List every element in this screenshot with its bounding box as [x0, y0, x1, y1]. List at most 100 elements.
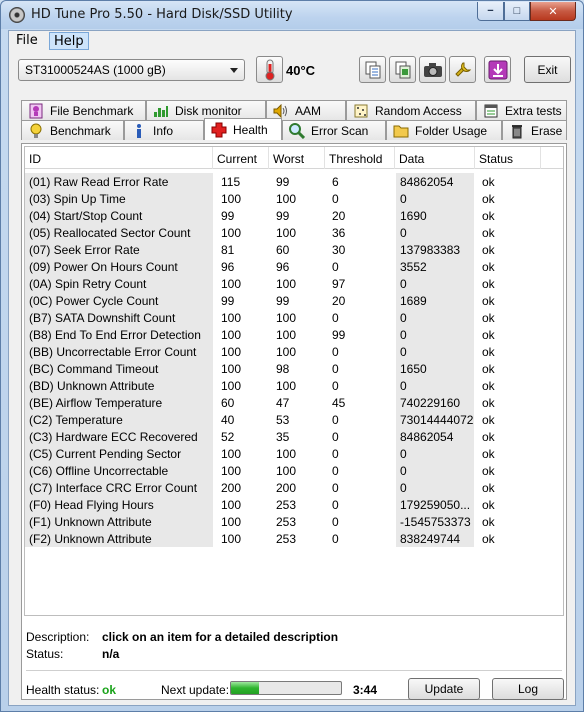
cell-threshold: 20 — [332, 209, 346, 223]
title-bar[interactable]: HD Tune Pro 5.50 - Hard Disk/SSD Utility… — [1, 1, 583, 29]
table-row[interactable]: (C3) Hardware ECC Recovered 52 35 0 84862054… — [25, 428, 563, 445]
cell-id: (B7) SATA Downshift Count — [25, 309, 213, 326]
tab-extra-tests[interactable]: Extra tests — [476, 100, 567, 120]
table-row[interactable]: (B8) End To End Error Detection 100 100 99 0… — [25, 326, 563, 343]
table-row[interactable]: (F1) Unknown Attribute 100 253 0 -1545753373… — [25, 513, 563, 530]
table-row[interactable]: (05) Reallocated Sector Count 100 100 36 0 ok — [25, 224, 563, 241]
table-row[interactable]: (09) Power On Hours Count 96 96 0 3552 ok — [25, 258, 563, 275]
cell-worst: 253 — [276, 532, 297, 546]
table-row[interactable]: (04) Start/Stop Count 99 99 20 1690 ok — [25, 207, 563, 224]
table-row[interactable]: (03) Spin Up Time 100 100 0 0 ok — [25, 190, 563, 207]
cell-id: (F2) Unknown Attribute — [25, 530, 213, 547]
table-row[interactable]: (BD) Unknown Attribute 100 100 0 0 ok — [25, 377, 563, 394]
tab-aam[interactable]: AAM — [266, 100, 346, 120]
cell-status: ok — [482, 515, 495, 529]
screenshot-button[interactable] — [419, 56, 446, 83]
column-header-current[interactable]: Current — [213, 147, 269, 169]
cell-worst: 100 — [276, 464, 297, 478]
table-row[interactable]: (C6) Offline Uncorrectable 100 100 0 0 ok — [25, 462, 563, 479]
cell-status: ok — [482, 396, 495, 410]
table-row[interactable]: (F0) Head Flying Hours 100 253 0 179259050..… — [25, 496, 563, 513]
table-row[interactable]: (0C) Power Cycle Count 99 99 20 1689 ok — [25, 292, 563, 309]
cell-current: 96 — [221, 260, 235, 274]
cell-data: 0 — [396, 309, 474, 326]
cell-id: (F1) Unknown Attribute — [25, 513, 213, 530]
health-status-value: ok — [102, 683, 117, 697]
column-header-data[interactable]: Data — [395, 147, 475, 169]
tab-error-scan[interactable]: Error Scan — [282, 120, 386, 140]
cell-status: ok — [482, 345, 495, 359]
cell-id: (C6) Offline Uncorrectable — [25, 462, 213, 479]
cell-id: (C2) Temperature — [25, 411, 213, 428]
column-header-worst[interactable]: Worst — [269, 147, 325, 169]
cell-current: 200 — [221, 481, 242, 495]
table-row[interactable]: (BC) Command Timeout 100 98 0 1650 ok — [25, 360, 563, 377]
column-header-id[interactable]: ID — [25, 147, 213, 169]
hdtune-app-icon — [9, 7, 25, 23]
column-header-status[interactable]: Status — [475, 147, 541, 169]
update-button[interactable]: Update — [408, 678, 480, 700]
copy-text-button[interactable] — [359, 56, 386, 83]
smart-table[interactable]: ID Current Worst Threshold Data Status (… — [24, 146, 564, 616]
exit-button[interactable]: Exit — [524, 56, 571, 83]
menu-bar: File Help — [9, 31, 575, 51]
close-button[interactable]: ✕ — [530, 2, 576, 21]
table-row[interactable]: (07) Seek Error Rate 81 60 30 137983383 ok — [25, 241, 563, 258]
drive-select[interactable]: ST31000524AS (1000 gB) — [18, 59, 245, 81]
tab-erase[interactable]: Erase — [502, 120, 567, 140]
cell-status: ok — [482, 209, 495, 223]
maximize-button[interactable]: □ — [504, 2, 530, 21]
column-header-threshold[interactable]: Threshold — [325, 147, 395, 169]
table-row[interactable]: (B7) SATA Downshift Count 100 100 0 0 ok — [25, 309, 563, 326]
table-row[interactable]: (0A) Spin Retry Count 100 100 97 0 ok — [25, 275, 563, 292]
cell-status: ok — [482, 243, 495, 257]
tab-folder-usage[interactable]: Folder Usage — [386, 120, 502, 140]
minimize-button[interactable]: − — [477, 2, 504, 21]
table-body: (01) Raw Read Error Rate 115 99 6 84862054 ok… — [25, 173, 563, 547]
cell-current: 100 — [221, 515, 242, 529]
tab-benchmark[interactable]: Benchmark — [21, 120, 124, 140]
tab-label: Info — [153, 123, 174, 138]
table-row[interactable]: (C7) Interface CRC Error Count 200 200 0 0 ok — [25, 479, 563, 496]
random-access-icon — [353, 103, 369, 119]
table-row[interactable]: (C2) Temperature 40 53 0 73014444072 ok — [25, 411, 563, 428]
cell-status: ok — [482, 311, 495, 325]
temperature-button[interactable] — [256, 56, 283, 83]
table-row[interactable]: (C5) Current Pending Sector 100 100 0 0 ok — [25, 445, 563, 462]
menu-file[interactable]: File — [12, 32, 42, 50]
update-progress-bar — [230, 681, 342, 695]
cell-status: ok — [482, 379, 495, 393]
client-area: File Help ST31000524AS (1000 gB) 40°C Ex… — [8, 30, 576, 706]
log-button-label: Log — [517, 682, 539, 696]
table-row[interactable]: (BE) Airflow Temperature 60 47 45 740229160 o… — [25, 394, 563, 411]
tab-disk-monitor[interactable]: Disk monitor — [146, 100, 266, 120]
table-row[interactable]: (BB) Uncorrectable Error Count 100 100 0 0 ok — [25, 343, 563, 360]
cell-data: 0 — [396, 377, 474, 394]
options-button[interactable] — [449, 56, 476, 83]
tab-label: Folder Usage — [415, 123, 488, 138]
cell-worst: 96 — [276, 260, 290, 274]
description-label: Description: — [26, 630, 90, 644]
copy-icon — [365, 61, 380, 78]
cell-threshold: 99 — [332, 328, 346, 342]
menu-help[interactable]: Help — [49, 32, 89, 50]
log-button[interactable]: Log — [492, 678, 564, 700]
cell-current: 100 — [221, 277, 242, 291]
table-row[interactable]: (01) Raw Read Error Rate 115 99 6 84862054 ok — [25, 173, 563, 190]
tab-health[interactable]: Health — [204, 118, 282, 140]
cell-worst: 60 — [276, 243, 290, 257]
tab-label: Random Access — [375, 103, 462, 118]
tab-info[interactable]: Info — [124, 120, 204, 140]
tab-random-access[interactable]: Random Access — [346, 100, 476, 120]
cell-worst: 253 — [276, 498, 297, 512]
tab-label: AAM — [295, 103, 322, 118]
copy-screen-button[interactable] — [389, 56, 416, 83]
save-button[interactable] — [484, 56, 511, 83]
cell-worst: 47 — [276, 396, 290, 410]
tab-label: Erase — [531, 123, 563, 138]
cell-data: 0 — [396, 326, 474, 343]
status-value: n/a — [102, 647, 120, 661]
save-download-icon — [488, 60, 507, 79]
tab-file-benchmark[interactable]: File Benchmark — [21, 100, 146, 120]
table-row[interactable]: (F2) Unknown Attribute 100 253 0 838249744 ok — [25, 530, 563, 547]
